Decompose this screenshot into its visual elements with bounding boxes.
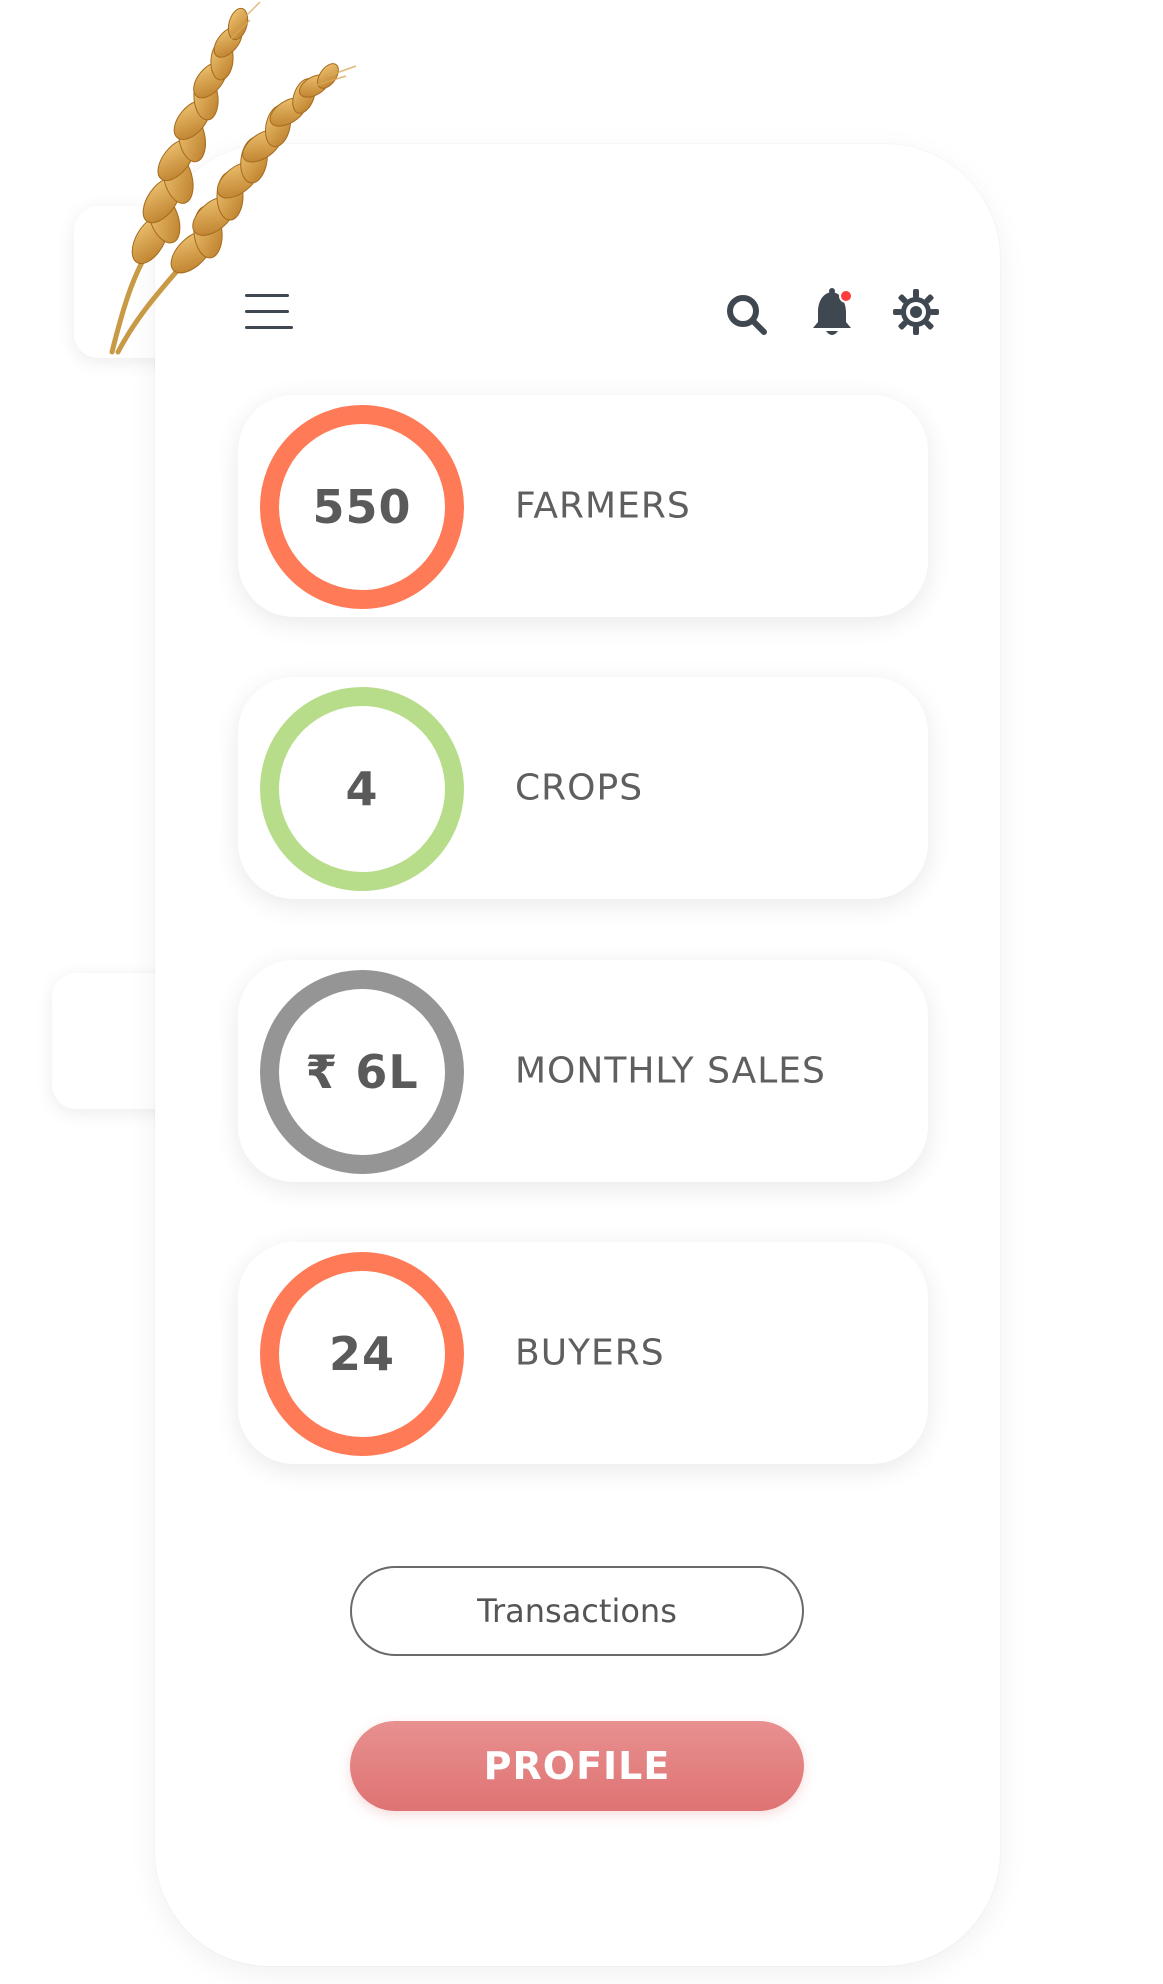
stat-label: CROPS xyxy=(515,767,644,809)
stat-ring: 24 xyxy=(260,1252,464,1456)
stat-label: BUYERS xyxy=(515,1332,665,1374)
search-icon[interactable] xyxy=(722,290,770,338)
stat-value: ₹ 6L xyxy=(305,1045,419,1099)
stat-ring: ₹ 6L xyxy=(260,970,464,1174)
menu-icon[interactable] xyxy=(244,288,296,336)
stat-card-crops[interactable]: 4 CROPS xyxy=(238,677,928,899)
settings-gear-icon[interactable] xyxy=(892,288,940,336)
stat-card-farmers[interactable]: 550 FARMERS xyxy=(238,395,928,617)
transactions-button[interactable]: Transactions xyxy=(350,1566,804,1656)
stat-ring: 550 xyxy=(260,405,464,609)
stat-ring: 4 xyxy=(260,687,464,891)
stat-card-monthly-sales[interactable]: ₹ 6L MONTHLY SALES xyxy=(238,960,928,1182)
wheat-illustration xyxy=(109,1,357,355)
stat-value: 550 xyxy=(312,480,412,534)
stat-label: MONTHLY SALES xyxy=(515,1050,826,1092)
profile-button[interactable]: PROFILE xyxy=(350,1721,804,1811)
stat-value: 4 xyxy=(345,762,379,816)
stat-value: 24 xyxy=(328,1327,395,1381)
stat-card-buyers[interactable]: 24 BUYERS xyxy=(238,1242,928,1464)
notification-dot xyxy=(839,289,853,303)
notification-bell-icon[interactable] xyxy=(810,286,856,340)
stat-label: FARMERS xyxy=(515,485,691,527)
